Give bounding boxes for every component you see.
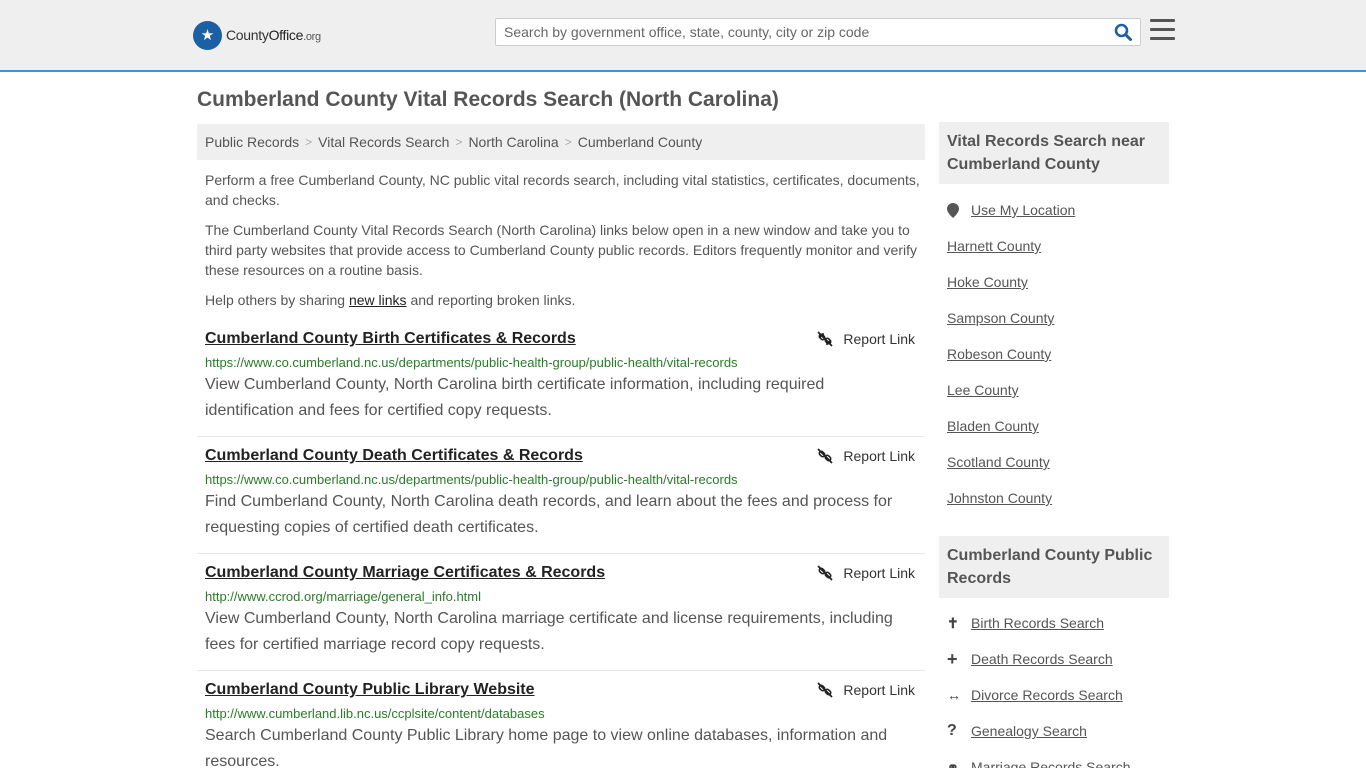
- site-logo[interactable]: ★ CountyOffice.org: [193, 20, 321, 50]
- map-marker-icon: [947, 202, 971, 218]
- birth-records-link[interactable]: Birth Records Search: [971, 615, 1104, 631]
- nearby-county-link[interactable]: Johnston County: [947, 490, 1052, 506]
- marriage-records-link[interactable]: Marriage Records Search: [971, 759, 1131, 768]
- result-description: Search Cumberland County Public Library …: [205, 727, 888, 768]
- public-records-item: ? Genealogy Search: [947, 713, 1169, 749]
- report-link-button[interactable]: Report Link: [817, 331, 915, 347]
- arrows-icon: ↔: [947, 687, 961, 703]
- nearby-county-link[interactable]: Robeson County: [947, 346, 1051, 362]
- nearby-item: Robeson County: [947, 336, 1169, 372]
- intro-paragraph: Perform a free Cumberland County, NC pub…: [205, 172, 920, 208]
- breadcrumb-separator: >: [455, 135, 463, 149]
- question-icon: ?: [947, 722, 957, 739]
- site-header: ★ CountyOffice.org: [0, 0, 1366, 72]
- divorce-records-link[interactable]: Divorce Records Search: [971, 687, 1123, 703]
- search-input[interactable]: [496, 19, 1106, 45]
- nearby-county-link[interactable]: Scotland County: [947, 454, 1050, 470]
- nearby-item: Hoke County: [947, 264, 1169, 300]
- result-title-link[interactable]: Cumberland County Public Library Website: [205, 681, 535, 699]
- nearby-item: Bladen County: [947, 408, 1169, 444]
- genealogy-search-link[interactable]: Genealogy Search: [971, 723, 1087, 739]
- use-location-item: Use My Location: [947, 192, 1169, 228]
- death-records-link[interactable]: Death Records Search: [971, 651, 1113, 667]
- breadcrumb: Public Records > Vital Records Search > …: [197, 124, 925, 160]
- breadcrumb-vital-records-search[interactable]: Vital Records Search: [318, 134, 449, 150]
- public-records-item: ⚭ Marriage Records Search: [947, 749, 1169, 768]
- result-description: View Cumberland County, North Carolina m…: [205, 610, 893, 653]
- logo-text: CountyOffice.org: [226, 27, 321, 43]
- report-link-button[interactable]: Report Link: [817, 448, 915, 464]
- nearby-item: Harnett County: [947, 228, 1169, 264]
- report-link-button[interactable]: Report Link: [817, 682, 915, 698]
- use-my-location-link[interactable]: Use My Location: [971, 202, 1075, 218]
- hamburger-menu-icon[interactable]: [1150, 19, 1175, 41]
- nearby-heading: Vital Records Search near Cumberland Cou…: [939, 122, 1169, 184]
- result-item: Cumberland County Public Library Website…: [197, 681, 925, 768]
- result-item: Cumberland County Marriage Certificates …: [197, 564, 925, 671]
- nearby-list: Use My Location Harnett County Hoke Coun…: [947, 192, 1169, 516]
- nearby-county-link[interactable]: Sampson County: [947, 310, 1054, 326]
- new-links-link[interactable]: new links: [349, 292, 407, 308]
- breadcrumb-separator: >: [564, 135, 572, 149]
- search-icon: [1114, 23, 1132, 41]
- broken-link-icon: [817, 448, 834, 464]
- public-records-item: ✝ Birth Records Search: [947, 605, 1169, 641]
- result-item: Cumberland County Death Certificates & R…: [197, 447, 925, 554]
- result-description: Find Cumberland County, North Carolina d…: [205, 493, 893, 536]
- result-description: View Cumberland County, North Carolina b…: [205, 376, 825, 419]
- result-title-link[interactable]: Cumberland County Birth Certificates & R…: [205, 330, 576, 348]
- result-url: https://www.co.cumberland.nc.us/departme…: [205, 472, 738, 487]
- nearby-county-link[interactable]: Hoke County: [947, 274, 1028, 290]
- nearby-item: Johnston County: [947, 480, 1169, 516]
- breadcrumb-separator: >: [305, 135, 313, 149]
- breadcrumb-north-carolina[interactable]: North Carolina: [468, 134, 558, 150]
- page-title: Cumberland County Vital Records Search (…: [197, 88, 779, 111]
- nearby-county-link[interactable]: Bladen County: [947, 418, 1039, 434]
- nearby-county-link[interactable]: Harnett County: [947, 238, 1041, 254]
- nearby-item: Scotland County: [947, 444, 1169, 480]
- search-box: [495, 18, 1141, 46]
- result-url: https://www.co.cumberland.nc.us/departme…: [205, 355, 738, 370]
- broken-link-icon: [817, 331, 834, 347]
- rings-icon: ⚭: [947, 758, 959, 768]
- nearby-item: Sampson County: [947, 300, 1169, 336]
- result-item: Cumberland County Birth Certificates & R…: [197, 330, 925, 437]
- public-records-heading: Cumberland County Public Records: [939, 536, 1169, 598]
- broken-link-icon: [817, 565, 834, 581]
- person-icon: ✝: [947, 614, 959, 631]
- disclaimer-paragraph: The Cumberland County Vital Records Sear…: [205, 222, 918, 278]
- nearby-county-link[interactable]: Lee County: [947, 382, 1019, 398]
- result-url: http://www.ccrod.org/marriage/general_in…: [205, 589, 482, 604]
- report-link-button[interactable]: Report Link: [817, 565, 915, 581]
- nearby-item: Lee County: [947, 372, 1169, 408]
- logo-emblem-icon: ★: [193, 20, 222, 50]
- plus-icon: +: [947, 648, 958, 669]
- result-title-link[interactable]: Cumberland County Marriage Certificates …: [205, 564, 605, 582]
- public-records-list: ✝ Birth Records Search + Death Records Sea…: [947, 605, 1169, 768]
- result-title-link[interactable]: Cumberland County Death Certificates & R…: [205, 447, 583, 465]
- help-paragraph: Help others by sharing new links and rep…: [205, 292, 576, 308]
- breadcrumb-cumberland-county[interactable]: Cumberland County: [578, 134, 703, 150]
- search-button[interactable]: [1112, 22, 1134, 42]
- public-records-item: + Death Records Search: [947, 641, 1169, 677]
- broken-link-icon: [817, 682, 834, 698]
- result-url: http://www.cumberland.lib.nc.us/ccplsite…: [205, 706, 545, 721]
- breadcrumb-public-records[interactable]: Public Records: [205, 134, 299, 150]
- public-records-item: ↔ Divorce Records Search: [947, 677, 1169, 713]
